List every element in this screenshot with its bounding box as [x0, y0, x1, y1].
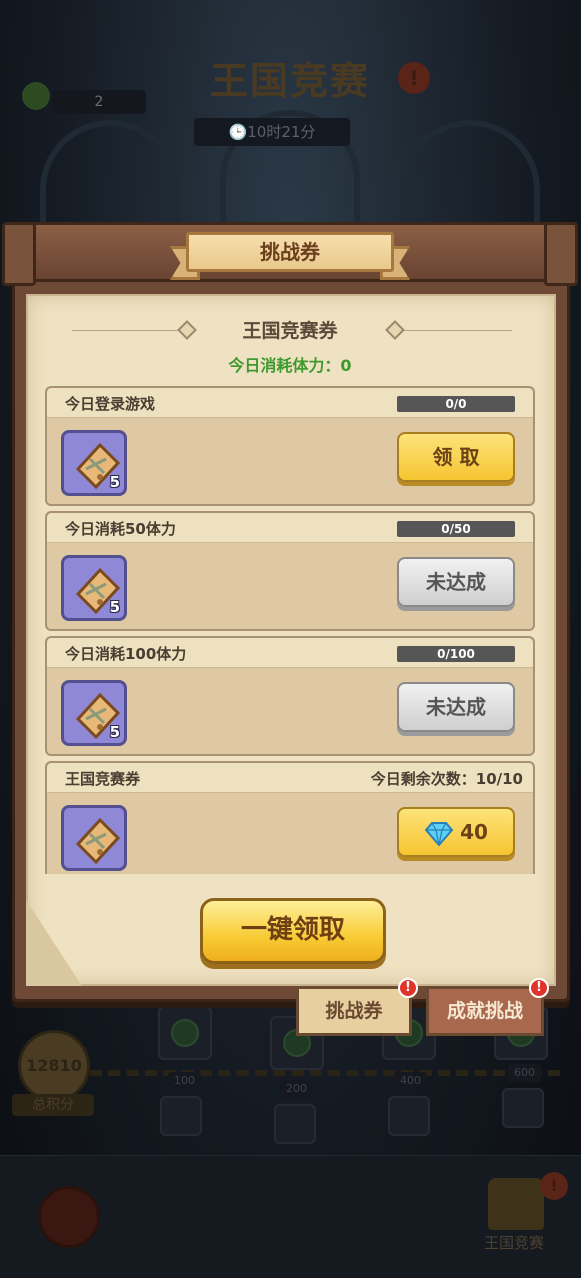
task-name: 今日消耗50体力 — [65, 520, 176, 538]
progress-text: 0/0 — [445, 397, 467, 411]
milestone-reward[interactable] — [388, 1096, 430, 1136]
reward-item[interactable]: 5 — [61, 680, 127, 746]
task-row: 今日消耗100体力 0/100 5 未达成 — [45, 636, 535, 756]
buy-with-diamond-button[interactable]: 40 — [397, 807, 515, 857]
reward-item[interactable]: 5 — [61, 430, 127, 496]
task-row: 今日登录游戏 0/0 5 领 取 — [45, 386, 535, 506]
stamina-consumed-text: 今日消耗体力：0 — [228, 356, 352, 375]
milestone-path — [90, 1070, 560, 1080]
reward-item[interactable]: 5 — [61, 555, 127, 621]
task-progress-bar: 0/50 — [397, 521, 515, 537]
milestone-reward[interactable] — [274, 1104, 316, 1144]
reward-quantity: 5 — [109, 598, 120, 616]
task-name: 今日消耗100体力 — [65, 645, 187, 663]
total-score-badge: 12810 — [18, 1030, 90, 1102]
beam-cap-right — [544, 222, 578, 286]
section-title: 王国竞赛券 — [242, 320, 338, 342]
task-progress-bar: 0/100 — [397, 646, 515, 662]
check-icon — [171, 1019, 199, 1047]
not-achieved-button[interactable]: 未达成 — [397, 682, 515, 732]
reward-quantity: 5 — [109, 473, 120, 491]
diamond-cost: 40 — [460, 820, 488, 844]
ticket-icon — [75, 817, 121, 865]
not-achieved-button[interactable]: 未达成 — [397, 557, 515, 607]
task-header: 今日消耗100体力 0/100 — [47, 638, 533, 668]
milestone-value: 600 — [508, 1064, 541, 1082]
task-progress-bar: 0/0 — [397, 396, 515, 412]
task-name: 王国竞赛券 — [65, 770, 141, 788]
dialog-title: 挑战券 — [186, 232, 394, 272]
nav-label-kingdom: 王国竞赛 — [483, 1234, 544, 1252]
task-row: 今日消耗50体力 0/50 5 未达成 — [45, 511, 535, 631]
milestone-node[interactable] — [158, 1006, 212, 1060]
milestone-value: 400 — [394, 1072, 427, 1090]
info-icon[interactable]: ! — [398, 62, 430, 94]
crown-icon[interactable] — [488, 1178, 544, 1230]
task-name: 今日登录游戏 — [65, 395, 156, 413]
milestone-value: 100 — [168, 1072, 201, 1090]
section-divider-left — [72, 330, 180, 331]
tab-alert-badge: ! — [529, 978, 549, 998]
progress-text: 0/100 — [437, 647, 475, 661]
paper-fold — [26, 900, 82, 986]
countdown-timer: 🕒10时21分 — [194, 118, 350, 146]
battle-icon[interactable] — [38, 1186, 100, 1248]
task-header: 今日登录游戏 0/0 — [47, 388, 533, 418]
task-header: 王国竞赛券 今日剩余次数：10/10 — [47, 763, 533, 793]
tab-achievement-challenge[interactable]: 成就挑战 — [426, 986, 544, 1036]
tab-challenge-ticket[interactable]: 挑战券 — [296, 986, 412, 1036]
section-divider-right — [404, 330, 512, 331]
total-score-label: 总积分 — [12, 1094, 94, 1116]
star-count: 2 — [52, 90, 146, 114]
milestone-reward[interactable] — [160, 1096, 202, 1136]
reward-item[interactable] — [61, 805, 127, 871]
diamond-icon — [424, 821, 454, 846]
milestone-value: 200 — [280, 1080, 313, 1098]
star-icon — [22, 82, 50, 110]
task-list[interactable]: 今日登录游戏 0/0 5 领 取 今日消耗50体力 0/50 5 未达成 今日消… — [44, 384, 537, 874]
progress-text: 0/50 — [441, 522, 471, 536]
tab-alert-badge: ! — [398, 978, 418, 998]
background-title: 王国竞赛 — [209, 59, 370, 103]
task-header: 今日消耗50体力 0/50 — [47, 513, 533, 543]
alert-badge: ! — [540, 1172, 568, 1200]
claim-button[interactable]: 领 取 — [397, 432, 515, 482]
beam-cap-left — [2, 222, 36, 286]
remaining-attempts: 今日剩余次数：10/10 — [370, 770, 523, 788]
task-row: 王国竞赛券 今日剩余次数：10/10 40 — [45, 761, 535, 874]
milestone-reward[interactable] — [502, 1088, 544, 1128]
reward-quantity: 5 — [109, 723, 120, 741]
claim-all-button[interactable]: 一键领取 — [200, 898, 386, 964]
